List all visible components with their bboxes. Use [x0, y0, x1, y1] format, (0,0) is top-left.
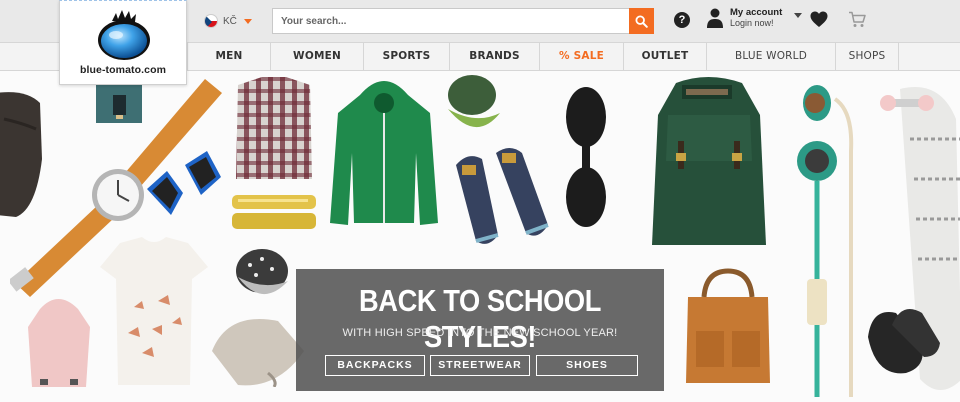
nav-item-blue-world[interactable]: BLUE WORLD	[706, 43, 835, 70]
tomato-logo-icon	[98, 10, 150, 60]
nav-item-outlet[interactable]: OUTLET	[623, 43, 706, 70]
account-title: My account	[730, 7, 783, 18]
cart-icon[interactable]	[848, 11, 866, 28]
logo-text: blue-tomato.com	[79, 64, 167, 76]
promo-title: BACK TO SCHOOL STYLES!	[359, 283, 601, 354]
nav-item-sports[interactable]: SPORTS	[363, 43, 449, 70]
account-menu[interactable]: My account Login now!	[706, 7, 803, 29]
heart-icon[interactable]	[810, 11, 828, 28]
green-backpack-image	[652, 77, 766, 245]
nav-item-brands[interactable]: BRANDS	[449, 43, 539, 70]
green-hoodie-image	[330, 81, 438, 225]
hero-banner[interactable]: BACK TO SCHOOL STYLES! WITH HIGH SPEED I…	[0, 71, 960, 402]
streetwear-button[interactable]: STREETWEAR	[430, 355, 530, 376]
search-button[interactable]	[629, 8, 654, 34]
brown-tote-image	[686, 268, 770, 383]
backpacks-button[interactable]: BACKPACKS	[325, 355, 425, 376]
nav-item-women[interactable]: WOMEN	[270, 43, 363, 70]
search-input[interactable]	[273, 9, 629, 33]
nav-item-men[interactable]: MEN	[187, 43, 270, 70]
blue-sunglasses-image	[147, 151, 221, 215]
help-icon[interactable]: ?	[674, 12, 690, 28]
earphones-image	[797, 85, 854, 397]
search-bar	[272, 8, 654, 34]
green-cap-image	[448, 75, 500, 128]
promo-overlay: BACK TO SCHOOL STYLES! WITH HIGH SPEED I…	[296, 269, 664, 391]
search-icon	[635, 14, 648, 28]
logo[interactable]: blue-tomato.com	[59, 0, 187, 85]
butterfly-tshirt-image	[100, 237, 208, 385]
user-icon	[707, 8, 723, 28]
czech-flag-icon	[204, 14, 218, 28]
nav-item-sale[interactable]: % SALE	[539, 43, 623, 70]
nav-item-shops[interactable]: SHOPS	[835, 43, 899, 70]
account-subtitle: Login now!	[730, 18, 774, 28]
gold-bracelets-image	[232, 195, 316, 229]
black-sunglasses-image	[566, 87, 606, 227]
account-text: My account Login now!	[730, 7, 782, 29]
chevron-down-icon	[794, 12, 803, 18]
pink-hoodie-image	[28, 299, 90, 387]
patterned-cap-image	[236, 249, 288, 295]
knit-beanie-image	[212, 319, 304, 387]
black-shoes-image	[868, 309, 940, 374]
shoes-button[interactable]: SHOES	[536, 355, 638, 376]
plaid-shirt-image	[236, 77, 312, 179]
chevron-down-icon	[243, 18, 252, 24]
language-label: KČ	[223, 15, 237, 27]
promo-subtitle: WITH HIGH SPEED INTO THE NEW SCHOOL YEAR…	[342, 327, 618, 339]
language-selector[interactable]: KČ	[204, 12, 252, 30]
sneakers-image	[456, 148, 549, 244]
